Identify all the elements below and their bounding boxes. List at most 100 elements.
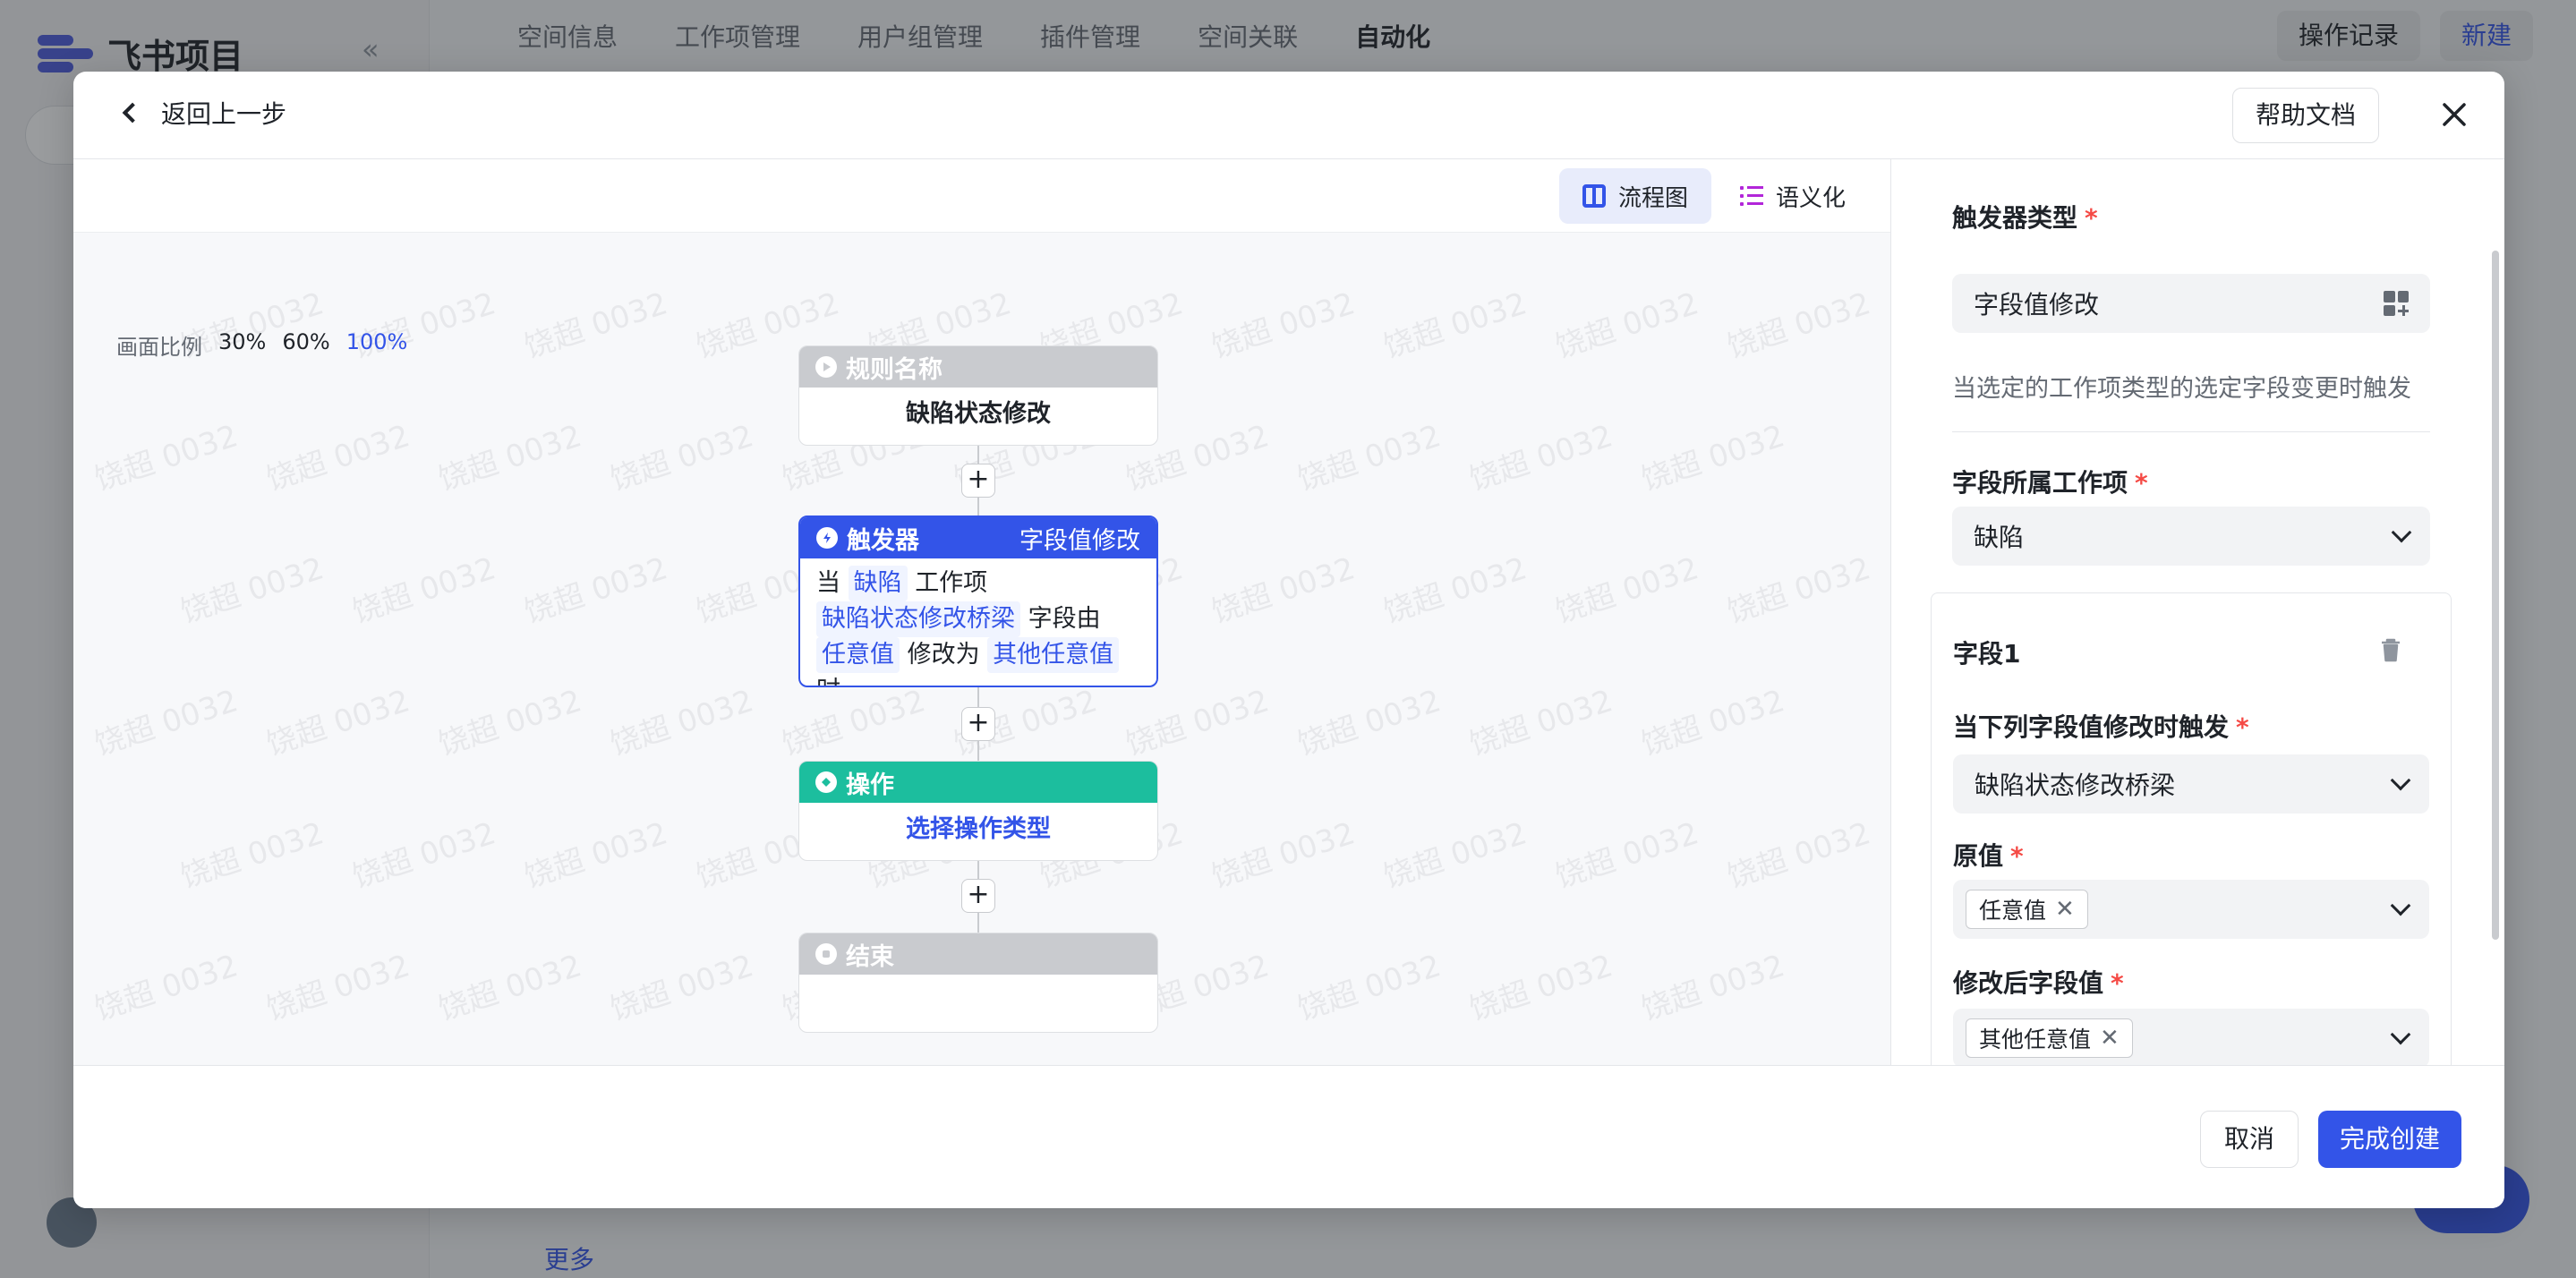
rule-name-value: 缺陷状态修改 xyxy=(906,400,1051,428)
new-value-tag: 其他任意值 ✕ xyxy=(1966,1018,2133,1058)
rule-name-node-header: 规则名称 xyxy=(799,346,1157,388)
action-node-header: 操作 xyxy=(799,762,1157,803)
zoom-60[interactable]: 60% xyxy=(282,329,329,361)
rule-name-title: 规则名称 xyxy=(846,355,943,384)
watermark-text: 饶超 0032 xyxy=(347,815,500,896)
trigger-text: 工作项 xyxy=(915,569,988,597)
stop-icon xyxy=(815,943,837,965)
add-node-button[interactable]: + xyxy=(961,464,995,498)
watermark-text: 饶超 0032 xyxy=(1378,815,1531,896)
add-node-button[interactable]: + xyxy=(961,707,995,741)
watermark-text: 饶超 0032 xyxy=(1722,285,1875,366)
tab-semantic-label: 语义化 xyxy=(1776,184,1847,212)
workitem-label-text: 字段所属工作项 xyxy=(1952,468,2128,498)
field-select[interactable]: 缺陷状态修改桥梁 xyxy=(1953,754,2429,814)
original-value-label: 原值 * xyxy=(1953,837,2024,873)
watermark-text: 饶超 0032 xyxy=(1636,418,1789,498)
field-chip: 缺陷状态修改桥梁 xyxy=(816,601,1020,637)
watermark-text: 饶超 0032 xyxy=(1207,815,1360,896)
trash-icon[interactable] xyxy=(2379,636,2402,663)
field-trigger-label-text: 当下列字段值修改时触发 xyxy=(1953,712,2230,742)
watermark-text: 饶超 0032 xyxy=(1121,683,1274,763)
complete-create-button[interactable]: 完成创建 xyxy=(2318,1111,2461,1168)
original-value-chip: 任意值 xyxy=(816,637,900,673)
lightning-icon xyxy=(816,527,838,549)
watermark-text: 饶超 0032 xyxy=(605,418,758,498)
watermark-text: 饶超 0032 xyxy=(261,418,414,498)
zoom-100[interactable]: 100% xyxy=(346,329,408,361)
select-action-type-link[interactable]: 选择操作类型 xyxy=(799,803,1157,856)
cancel-button[interactable]: 取消 xyxy=(2200,1111,2299,1168)
original-value-select[interactable]: 任意值 ✕ xyxy=(1953,880,2429,939)
action-node[interactable]: 操作 选择操作类型 xyxy=(798,761,1158,861)
required-mark: * xyxy=(2085,203,2098,233)
watermark-text: 饶超 0032 xyxy=(1636,683,1789,763)
close-button[interactable] xyxy=(2429,89,2479,140)
end-title: 结束 xyxy=(846,942,894,971)
chevron-down-icon xyxy=(2391,522,2412,543)
required-mark: * xyxy=(2135,468,2148,498)
trigger-node[interactable]: 触发器 字段值修改 当 缺陷 工作项 缺陷状态修改桥梁 字段由 任意值 修改为 … xyxy=(798,515,1158,687)
watermark-text: 饶超 0032 xyxy=(1378,285,1531,366)
watermark-text: 饶超 0032 xyxy=(519,550,672,631)
back-button[interactable]: 返回上一步 xyxy=(122,95,287,131)
trigger-type-label: 触发器类型 * xyxy=(1952,199,2098,234)
watermark-text: 饶超 0032 xyxy=(777,683,930,763)
watermark-text: 饶超 0032 xyxy=(605,683,758,763)
help-docs-button[interactable]: 帮助文档 xyxy=(2232,88,2379,143)
watermark-text: 饶超 0032 xyxy=(1550,815,1703,896)
new-value-select[interactable]: 其他任意值 ✕ xyxy=(1953,1009,2429,1065)
play-icon xyxy=(815,356,837,378)
flow-canvas[interactable]: 饶超 0032 饶超 0032 饶超 0032 饶超 0032 饶超 0032 饶超 00… xyxy=(73,159,1890,1065)
workitem-chip: 缺陷 xyxy=(848,566,908,601)
tab-semantic[interactable]: 语义化 xyxy=(1717,168,1869,224)
tab-flowchart-label: 流程图 xyxy=(1618,184,1689,212)
watermark-text: 饶超 0032 xyxy=(1464,418,1617,498)
rule-name-node[interactable]: 规则名称 缺陷状态修改 xyxy=(798,345,1158,446)
modal-header: 返回上一步 帮助文档 xyxy=(73,72,2504,159)
original-value-label-text: 原值 xyxy=(1953,841,2004,871)
watermark-text: 饶超 0032 xyxy=(261,948,414,1028)
watermark-text: 饶超 0032 xyxy=(1636,948,1789,1028)
tab-flowchart[interactable]: 流程图 xyxy=(1559,168,1712,224)
remove-tag-icon[interactable]: ✕ xyxy=(2055,896,2075,923)
back-label: 返回上一步 xyxy=(161,99,287,129)
zoom-30[interactable]: 30% xyxy=(218,329,266,361)
workitem-select[interactable]: 缺陷 xyxy=(1952,507,2430,566)
add-node-button[interactable]: + xyxy=(961,879,995,913)
trigger-text: 当 xyxy=(816,569,840,597)
trigger-type-select[interactable]: 字段值修改 xyxy=(1952,274,2430,333)
field-trigger-label: 当下列字段值修改时触发 * xyxy=(1953,708,2249,744)
chevron-left-icon xyxy=(122,102,143,124)
required-mark: * xyxy=(2236,712,2249,742)
field-value: 缺陷状态修改桥梁 xyxy=(1975,771,2176,800)
chevron-down-icon xyxy=(2390,770,2411,791)
watermark-text: 饶超 0032 xyxy=(433,948,586,1028)
watermark-text: 饶超 0032 xyxy=(1207,285,1360,366)
end-node-header: 结束 xyxy=(799,933,1157,975)
trigger-text: 时 xyxy=(816,677,840,686)
field-card: 字段1 当下列字段值修改时触发 * 缺陷状态修改桥梁 原值 * 任意值 ✕ 修改… xyxy=(1931,592,2452,1065)
required-mark: * xyxy=(2111,968,2124,998)
close-icon xyxy=(2443,103,2466,126)
watermark-text: 饶超 0032 xyxy=(1722,550,1875,631)
panel-scrollbar[interactable] xyxy=(2492,251,2499,940)
watermark-text: 饶超 0032 xyxy=(1464,683,1617,763)
required-mark: * xyxy=(2010,841,2024,871)
watermark-text: 饶超 0032 xyxy=(1550,550,1703,631)
divider xyxy=(1952,431,2430,432)
remove-tag-icon[interactable]: ✕ xyxy=(2100,1025,2120,1052)
watermark-text: 饶超 0032 xyxy=(347,550,500,631)
apps-grid-icon[interactable] xyxy=(2384,291,2409,316)
list-icon xyxy=(1740,186,1763,206)
watermark-text: 饶超 0032 xyxy=(1207,550,1360,631)
action-icon xyxy=(815,771,837,793)
action-title: 操作 xyxy=(846,771,894,799)
watermark-text: 饶超 0032 xyxy=(175,550,328,631)
workitem-value: 缺陷 xyxy=(1974,523,2025,552)
watermark-text: 饶超 0032 xyxy=(90,683,243,763)
zoom-label: 画面比例 xyxy=(116,335,202,360)
watermark-text: 饶超 0032 xyxy=(1292,418,1446,498)
zoom-control: 画面比例 30% 60% 100% xyxy=(116,329,407,361)
flowchart-icon xyxy=(1582,184,1606,208)
